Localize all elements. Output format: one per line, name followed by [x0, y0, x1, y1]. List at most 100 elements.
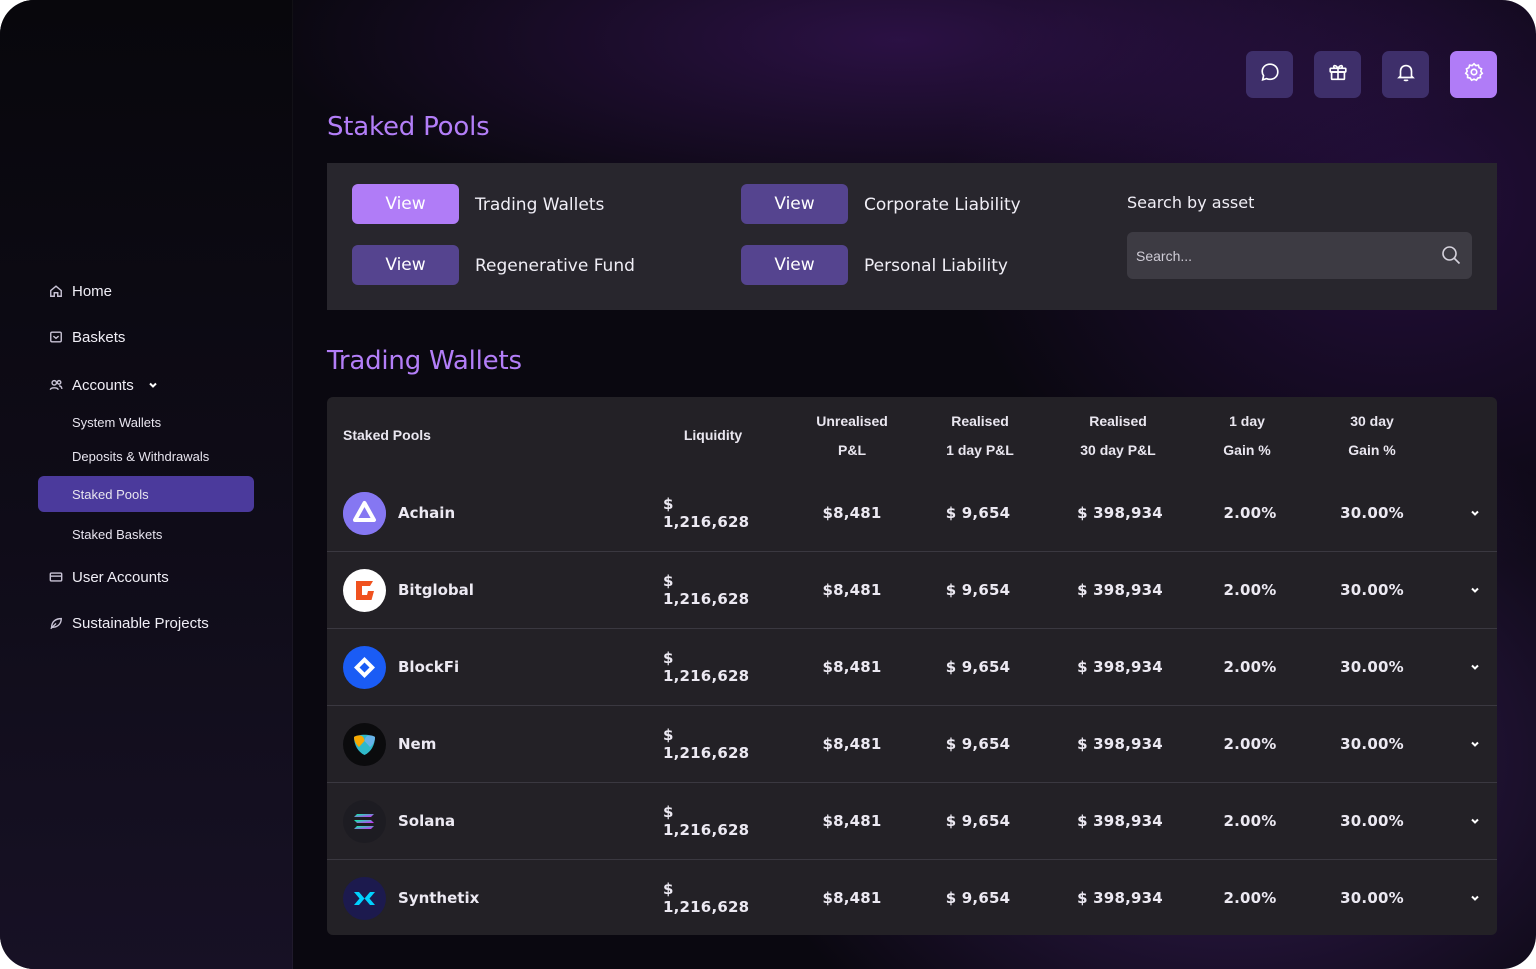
cell-unrealised: $8,481	[822, 812, 882, 830]
chevron-down-icon[interactable]	[1467, 736, 1483, 752]
view-personal-liability-button[interactable]: View	[741, 245, 848, 285]
blockfi-icon	[343, 646, 386, 689]
chat-button[interactable]	[1246, 51, 1293, 98]
nem-icon	[343, 723, 386, 766]
basket-icon	[48, 329, 64, 345]
table-row[interactable]: BlockFi $ 1,216,628 $8,481 $ 9,654 $ 398…	[327, 629, 1497, 706]
card-icon	[48, 569, 64, 585]
page-title: Staked Pools	[327, 112, 490, 142]
table-header: Staked Pools Liquidity Unrealised P&L Re…	[327, 397, 1497, 475]
sidebar-subitem-deposits-withdrawals[interactable]: Deposits & Withdrawals	[38, 438, 254, 474]
cell-realised-1d: $ 9,654	[945, 735, 1011, 753]
cell-gain-30d: 30.00%	[1340, 504, 1404, 522]
sidebar-subitem-system-wallets[interactable]: System Wallets	[38, 404, 254, 440]
table-row[interactable]: Solana $ 1,216,628 $8,481 $ 9,654 $ 398,…	[327, 783, 1497, 860]
cell-unrealised: $8,481	[822, 581, 882, 599]
sidebar-item-baskets[interactable]: Baskets	[38, 318, 254, 356]
pool-filter-panel: View Trading Wallets View Corporate Liab…	[327, 163, 1497, 310]
settings-icon	[1463, 61, 1485, 88]
pool-label-corporate-liability: Corporate Liability	[864, 195, 1021, 215]
chevron-down-icon[interactable]	[1467, 659, 1483, 675]
gift-icon	[1327, 61, 1349, 88]
cell-gain-30d: 30.00%	[1340, 889, 1404, 907]
search-icon[interactable]	[1440, 244, 1462, 266]
table-row[interactable]: Bitglobal $ 1,216,628 $8,481 $ 9,654 $ 3…	[327, 552, 1497, 629]
cell-liquidity: $ 1,216,628	[663, 572, 750, 608]
pool-label-regenerative-fund: Regenerative Fund	[475, 256, 635, 276]
gift-button[interactable]	[1314, 51, 1361, 98]
sidebar-item-sustainable-projects[interactable]: Sustainable Projects	[38, 604, 254, 642]
leaf-icon	[48, 615, 64, 631]
notifications-button[interactable]	[1382, 51, 1429, 98]
cell-realised-30d: $ 398,934	[1077, 812, 1163, 830]
asset-name: Achain	[398, 504, 456, 522]
cell-gain-1d: 2.00%	[1223, 658, 1277, 676]
search-label: Search by asset	[1127, 193, 1255, 212]
cell-liquidity: $ 1,216,628	[663, 726, 750, 762]
bell-icon	[1395, 61, 1417, 88]
sidebar: Home Baskets Accounts System Wallets Dep…	[0, 0, 293, 969]
header-liquidity: Liquidity	[683, 427, 743, 443]
table-row[interactable]: Nem $ 1,216,628 $8,481 $ 9,654 $ 398,934…	[327, 706, 1497, 783]
header-realised-1d: Realised	[951, 413, 1009, 429]
cell-unrealised: $8,481	[822, 658, 882, 676]
cell-unrealised: $8,481	[822, 504, 882, 522]
header-gain-1d-pct: Gain %	[1223, 442, 1271, 458]
sidebar-item-accounts[interactable]: Accounts	[38, 366, 254, 404]
sidebar-nav: Home Baskets Accounts System Wallets Dep…	[38, 272, 254, 642]
sidebar-item-label: User Accounts	[72, 568, 169, 586]
chevron-down-icon[interactable]	[1467, 582, 1483, 598]
cell-gain-1d: 2.00%	[1223, 812, 1277, 830]
table-row[interactable]: Achain $ 1,216,628 $8,481 $ 9,654 $ 398,…	[327, 475, 1497, 552]
cell-gain-1d: 2.00%	[1223, 889, 1277, 907]
bitglobal-icon	[343, 569, 386, 612]
cell-unrealised: $8,481	[822, 735, 882, 753]
top-toolbar	[1246, 51, 1497, 98]
home-icon	[48, 283, 64, 299]
solana-icon	[343, 800, 386, 843]
chevron-down-icon[interactable]	[1467, 890, 1483, 906]
view-regenerative-fund-button[interactable]: View	[352, 245, 459, 285]
header-gain-1d: 1 day	[1229, 413, 1265, 429]
header-unrealised-pl: P&L	[838, 442, 866, 458]
view-corporate-liability-button[interactable]: View	[741, 184, 848, 224]
trading-wallets-table: Staked Pools Liquidity Unrealised P&L Re…	[327, 397, 1497, 935]
cell-gain-1d: 2.00%	[1223, 581, 1277, 599]
asset-name: Solana	[398, 812, 456, 830]
search-box	[1127, 232, 1472, 279]
asset-name: Nem	[398, 735, 437, 753]
sidebar-subitem-staked-pools[interactable]: Staked Pools	[38, 476, 254, 512]
sidebar-item-user-accounts[interactable]: User Accounts	[38, 558, 254, 596]
cell-unrealised: $8,481	[822, 889, 882, 907]
asset-name: Bitglobal	[398, 581, 474, 599]
chevron-down-icon[interactable]	[148, 380, 158, 390]
cell-liquidity: $ 1,216,628	[663, 495, 750, 531]
header-realised-30d: Realised	[1089, 413, 1147, 429]
chevron-down-icon[interactable]	[1467, 505, 1483, 521]
cell-gain-30d: 30.00%	[1340, 581, 1404, 599]
cell-liquidity: $ 1,216,628	[663, 803, 750, 839]
cell-gain-30d: 30.00%	[1340, 658, 1404, 676]
app-window: Home Baskets Accounts System Wallets Dep…	[0, 0, 1536, 969]
cell-liquidity: $ 1,216,628	[663, 880, 750, 916]
cell-realised-30d: $ 398,934	[1077, 735, 1163, 753]
header-realised-1d-pl: 1 day P&L	[946, 442, 1014, 458]
sidebar-item-home[interactable]: Home	[38, 272, 254, 310]
cell-realised-1d: $ 9,654	[945, 581, 1011, 599]
header-gain-30d: 30 day	[1350, 413, 1394, 429]
cell-realised-30d: $ 398,934	[1077, 504, 1163, 522]
synthetix-icon	[343, 877, 386, 920]
settings-button[interactable]	[1450, 51, 1497, 98]
sidebar-subitem-staked-baskets[interactable]: Staked Baskets	[38, 516, 254, 552]
sidebar-divider	[292, 0, 293, 969]
cell-gain-30d: 30.00%	[1340, 812, 1404, 830]
table-row[interactable]: Synthetix $ 1,216,628 $8,481 $ 9,654 $ 3…	[327, 860, 1497, 935]
cell-realised-1d: $ 9,654	[945, 504, 1011, 522]
search-input[interactable]	[1127, 232, 1427, 279]
view-trading-wallets-button[interactable]: View	[352, 184, 459, 224]
pool-label-trading-wallets: Trading Wallets	[475, 195, 605, 215]
sidebar-item-label: Home	[72, 282, 113, 300]
cell-realised-1d: $ 9,654	[945, 889, 1011, 907]
chevron-down-icon[interactable]	[1467, 813, 1483, 829]
cell-liquidity: $ 1,216,628	[663, 649, 750, 685]
